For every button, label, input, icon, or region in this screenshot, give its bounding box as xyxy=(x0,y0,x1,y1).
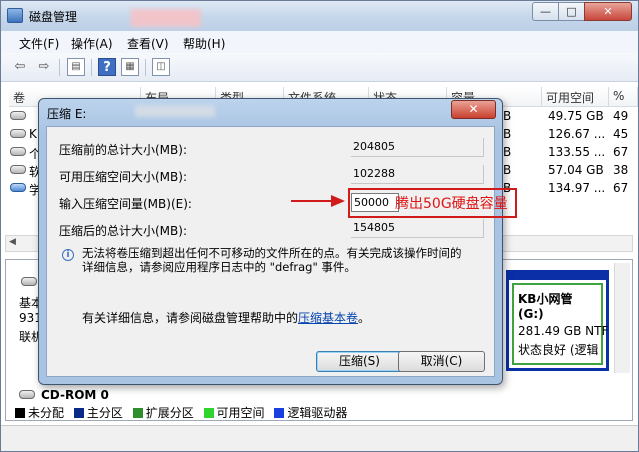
volume-percent: 67 xyxy=(613,145,629,159)
partition-name: KB小网管 (G:) xyxy=(518,292,573,321)
toolbar-separator xyxy=(145,59,146,76)
volume-drive-icon xyxy=(10,147,26,156)
forward-arrow-icon[interactable]: ⇨ xyxy=(35,58,53,76)
help-prefix: 有关详细信息，请参阅磁盘管理帮助中的 xyxy=(82,311,299,325)
legend-item: 可用空间 xyxy=(203,406,265,420)
total-before-label: 压缩前的总计大小(MB): xyxy=(59,143,187,157)
shrink-amount-label: 输入压缩空间量(MB)(E): xyxy=(59,197,192,211)
vertical-scrollbar[interactable] xyxy=(614,263,630,373)
menu-help[interactable]: 帮助(H) xyxy=(183,35,225,52)
info-icon: i xyxy=(62,249,74,261)
back-arrow-icon[interactable]: ⇦ xyxy=(11,58,29,76)
column-header-percent[interactable]: % xyxy=(609,87,638,107)
partition-status: 状态良好 (逻辑 xyxy=(518,343,599,357)
info-message: 无法将卷压缩到超出任何不可移动的文件所在的点。有关完成该操作时间的 详细信息，请… xyxy=(82,246,492,274)
legend-item: 逻辑驱动器 xyxy=(274,406,347,420)
legend-item: 主分区 xyxy=(73,406,123,420)
legend-item: 扩展分区 xyxy=(132,406,194,420)
volume-drive-icon xyxy=(10,165,26,174)
legend-swatch xyxy=(132,408,143,418)
shrink-button[interactable]: 压缩(S) xyxy=(316,351,403,372)
minimize-button[interactable]: — xyxy=(532,2,559,21)
legend-swatch xyxy=(274,408,285,418)
help-icon[interactable]: ? xyxy=(98,58,116,76)
available-shrink-label: 可用压缩空间大小(MB): xyxy=(59,170,187,184)
legend-swatch xyxy=(15,408,25,418)
volume-percent: 67 xyxy=(613,181,629,195)
wizard-icon[interactable]: ◫ xyxy=(152,58,170,76)
dialog-title: 压缩 E: xyxy=(47,107,87,121)
volume-free-space: 134.97 ... xyxy=(548,181,606,195)
volume-capacity-tail: B xyxy=(503,145,512,159)
dialog-body: 压缩前的总计大小(MB): 204805 可用压缩空间大小(MB): 10228… xyxy=(46,126,495,377)
annotation-arrow xyxy=(291,200,334,202)
total-after-value: 154805 xyxy=(351,219,484,238)
info-line: 无法将卷压缩到超出任何不可移动的文件所在的点。有关完成该操作时间的 xyxy=(82,246,462,260)
legend-label: 主分区 xyxy=(86,406,123,420)
volume-percent: 38 xyxy=(613,163,629,177)
cdrom-label: CD-ROM 0 xyxy=(41,388,109,402)
volume-percent: 49 xyxy=(613,109,629,123)
shrink-basic-volume-link[interactable]: 压缩基本卷 xyxy=(298,311,358,325)
menu-action[interactable]: 操作(A) xyxy=(71,35,113,52)
cdrom-icon xyxy=(19,390,35,399)
volume-free-space: 57.04 GB xyxy=(548,163,604,177)
properties-icon[interactable]: ▦ xyxy=(121,58,139,76)
window-title: 磁盘管理 xyxy=(29,10,78,24)
toolbar: ⇦ ⇨ ▤ ? ▦ ◫ xyxy=(1,53,638,82)
cancel-button[interactable]: 取消(C) xyxy=(398,351,485,372)
menu-view[interactable]: 查看(V) xyxy=(127,35,169,52)
title-bar[interactable]: 磁盘管理 — □ ✕ xyxy=(1,1,638,31)
legend-swatch xyxy=(203,408,214,418)
toolbar-separator xyxy=(59,59,60,76)
close-button[interactable]: ✕ xyxy=(584,2,632,21)
volume-percent: 45 xyxy=(613,127,629,141)
legend-label: 可用空间 xyxy=(216,406,265,420)
available-shrink-value: 102288 xyxy=(351,165,484,184)
blurred-title-region xyxy=(131,9,201,27)
scroll-left-icon[interactable]: ◀ xyxy=(9,237,16,247)
maximize-button[interactable]: □ xyxy=(558,2,585,21)
legend-swatch xyxy=(73,408,84,418)
help-text: 有关详细信息，请参阅磁盘管理帮助中的压缩基本卷。 xyxy=(82,309,370,326)
menu-file[interactable]: 文件(F) xyxy=(19,35,59,52)
info-line: 详细信息，请参阅应用程序日志中的 "defrag" 事件。 xyxy=(82,260,356,274)
annotation-arrow-head xyxy=(331,195,345,207)
volume-drive-icon xyxy=(10,129,26,138)
partition-size: 281.49 GB NTF xyxy=(518,324,609,338)
menu-bar: 文件(F) 操作(A) 查看(V) 帮助(H) xyxy=(1,31,638,53)
volume-capacity-tail: B xyxy=(503,127,512,141)
blurred-dialog-title-region xyxy=(135,105,215,117)
legend-label: 逻辑驱动器 xyxy=(287,406,348,420)
help-suffix: 。 xyxy=(358,311,371,325)
total-after-label: 压缩后的总计大小(MB): xyxy=(59,224,187,238)
volume-free-space: 126.67 ... xyxy=(548,127,606,141)
annotation-text: 腾出50G硬盘容量 xyxy=(395,196,508,212)
legend-label: 扩展分区 xyxy=(145,406,194,420)
volume-free-space: 133.55 ... xyxy=(548,145,606,159)
volume-partition-g[interactable]: KB小网管 (G:) 281.49 GB NTF 状态良好 (逻辑 xyxy=(506,270,609,371)
disk-icon xyxy=(21,277,37,286)
status-bar xyxy=(1,425,638,451)
total-before-value: 204805 xyxy=(351,138,484,157)
column-header-free-space[interactable]: 可用空间 xyxy=(542,87,609,107)
toolbar-separator xyxy=(91,59,92,76)
legend: 未分配 主分区 扩展分区 可用空间 逻辑驱动器 xyxy=(15,404,347,420)
dialog-close-button[interactable]: ✕ xyxy=(451,100,496,119)
disk-management-icon xyxy=(7,8,23,23)
volume-capacity-tail: B xyxy=(503,163,512,177)
shrink-volume-dialog: 压缩 E: ✕ 压缩前的总计大小(MB): 204805 可用压缩空间大小(MB… xyxy=(38,98,503,385)
volume-capacity-tail: B xyxy=(503,109,512,123)
volume-drive-icon xyxy=(10,111,26,120)
legend-item: 未分配 xyxy=(15,406,64,420)
volume-drive-icon xyxy=(10,183,26,192)
legend-label: 未分配 xyxy=(28,406,65,420)
volume-name: K xyxy=(29,127,37,141)
console-tree-icon[interactable]: ▤ xyxy=(67,58,85,76)
logical-drive-frame: KB小网管 (G:) 281.49 GB NTF 状态良好 (逻辑 xyxy=(512,283,609,365)
volume-free-space: 49.75 GB xyxy=(548,109,604,123)
